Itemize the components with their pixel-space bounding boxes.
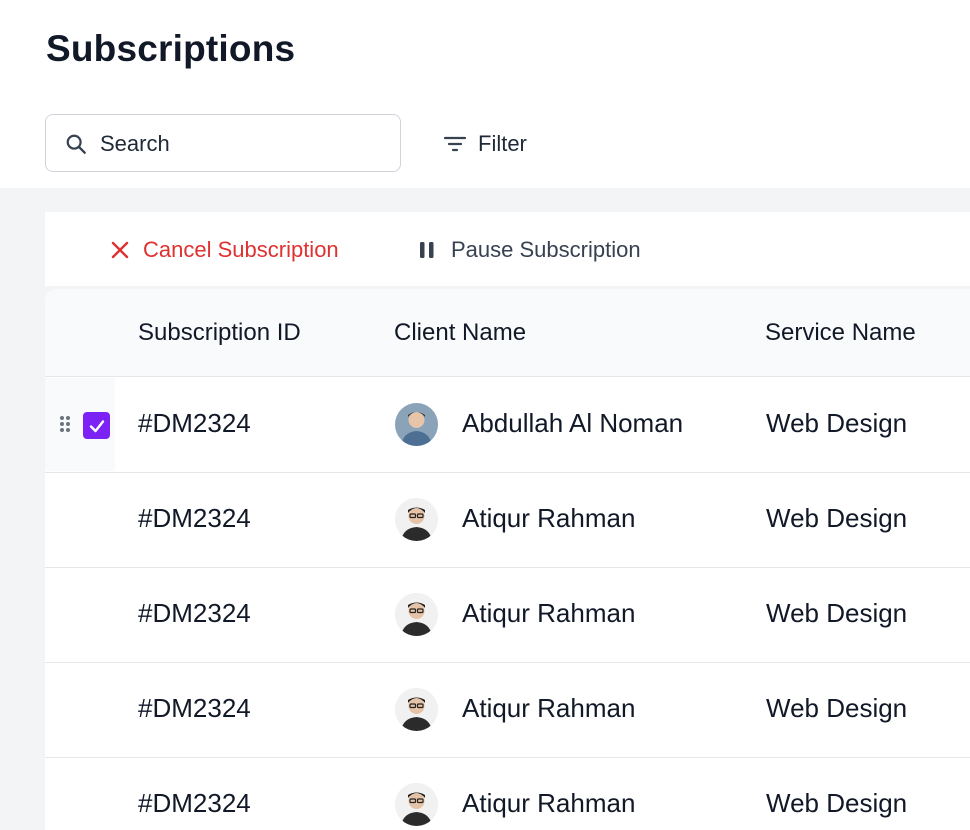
client-name[interactable]: Atiqur Rahman bbox=[462, 598, 635, 629]
client-name[interactable]: Atiqur Rahman bbox=[462, 693, 635, 724]
subscription-id: #DM2324 bbox=[138, 503, 251, 533]
service-name: Web Design bbox=[766, 503, 908, 533]
subscription-id: #DM2324 bbox=[138, 408, 251, 438]
subscription-id: #DM2324 bbox=[138, 693, 251, 723]
avatar bbox=[395, 688, 438, 731]
bulk-action-bar: Cancel Subscription Pause Subscription bbox=[45, 212, 970, 286]
avatar bbox=[395, 593, 438, 636]
subscription-id: #DM2324 bbox=[138, 788, 251, 818]
row-checkbox[interactable] bbox=[83, 412, 110, 439]
pause-subscription-button[interactable]: Pause Subscription bbox=[418, 236, 641, 264]
close-icon bbox=[111, 241, 129, 259]
column-header-service-name[interactable]: Service Name bbox=[765, 319, 916, 347]
page-header: Subscriptions Filter bbox=[0, 0, 970, 188]
avatar bbox=[395, 783, 438, 826]
column-header-client-name[interactable]: Client Name bbox=[394, 319, 526, 347]
table-row[interactable]: #DM2324 Atiqur Rahman Web Design bbox=[45, 663, 970, 758]
search-icon bbox=[66, 134, 86, 154]
table-row[interactable]: #DM2324 Atiqur Rahman Web Design bbox=[45, 473, 970, 568]
service-name: Web Design bbox=[766, 788, 908, 818]
filter-label: Filter bbox=[478, 131, 527, 156]
table-row[interactable]: #DM2324 Atiqur Rahman Web Design bbox=[45, 568, 970, 663]
client-name[interactable]: Atiqur Rahman bbox=[462, 503, 635, 534]
page-title: Subscriptions bbox=[46, 28, 296, 69]
search-input[interactable] bbox=[98, 129, 392, 159]
drag-handle-icon[interactable] bbox=[59, 414, 71, 434]
row-control bbox=[45, 378, 115, 471]
service-name: Web Design bbox=[766, 598, 908, 628]
client-name[interactable]: Atiqur Rahman bbox=[462, 788, 635, 819]
table-row[interactable]: #DM2324 Atiqur Rahman Web Design bbox=[45, 758, 970, 830]
subscriptions-table: Subscription ID Client Name Service Name… bbox=[45, 289, 970, 830]
pause-subscription-label: Pause Subscription bbox=[451, 237, 641, 262]
cancel-subscription-button[interactable]: Cancel Subscription bbox=[110, 236, 339, 264]
filter-lines-icon bbox=[443, 136, 467, 152]
checkmark-icon bbox=[89, 419, 104, 432]
column-header-subscription-id[interactable]: Subscription ID bbox=[138, 319, 301, 347]
cancel-subscription-label: Cancel Subscription bbox=[143, 237, 339, 262]
table-row[interactable]: #DM2324 Abdullah Al Noman Web Design bbox=[45, 378, 970, 473]
avatar bbox=[395, 498, 438, 541]
service-name: Web Design bbox=[766, 408, 908, 438]
table-header: Subscription ID Client Name Service Name bbox=[45, 289, 970, 377]
subscription-id: #DM2324 bbox=[138, 598, 251, 628]
service-name: Web Design bbox=[766, 693, 908, 723]
avatar bbox=[395, 403, 438, 446]
search-box[interactable] bbox=[45, 114, 401, 172]
filter-button[interactable]: Filter bbox=[443, 128, 527, 160]
pause-icon bbox=[420, 242, 434, 258]
client-name[interactable]: Abdullah Al Noman bbox=[462, 408, 683, 439]
